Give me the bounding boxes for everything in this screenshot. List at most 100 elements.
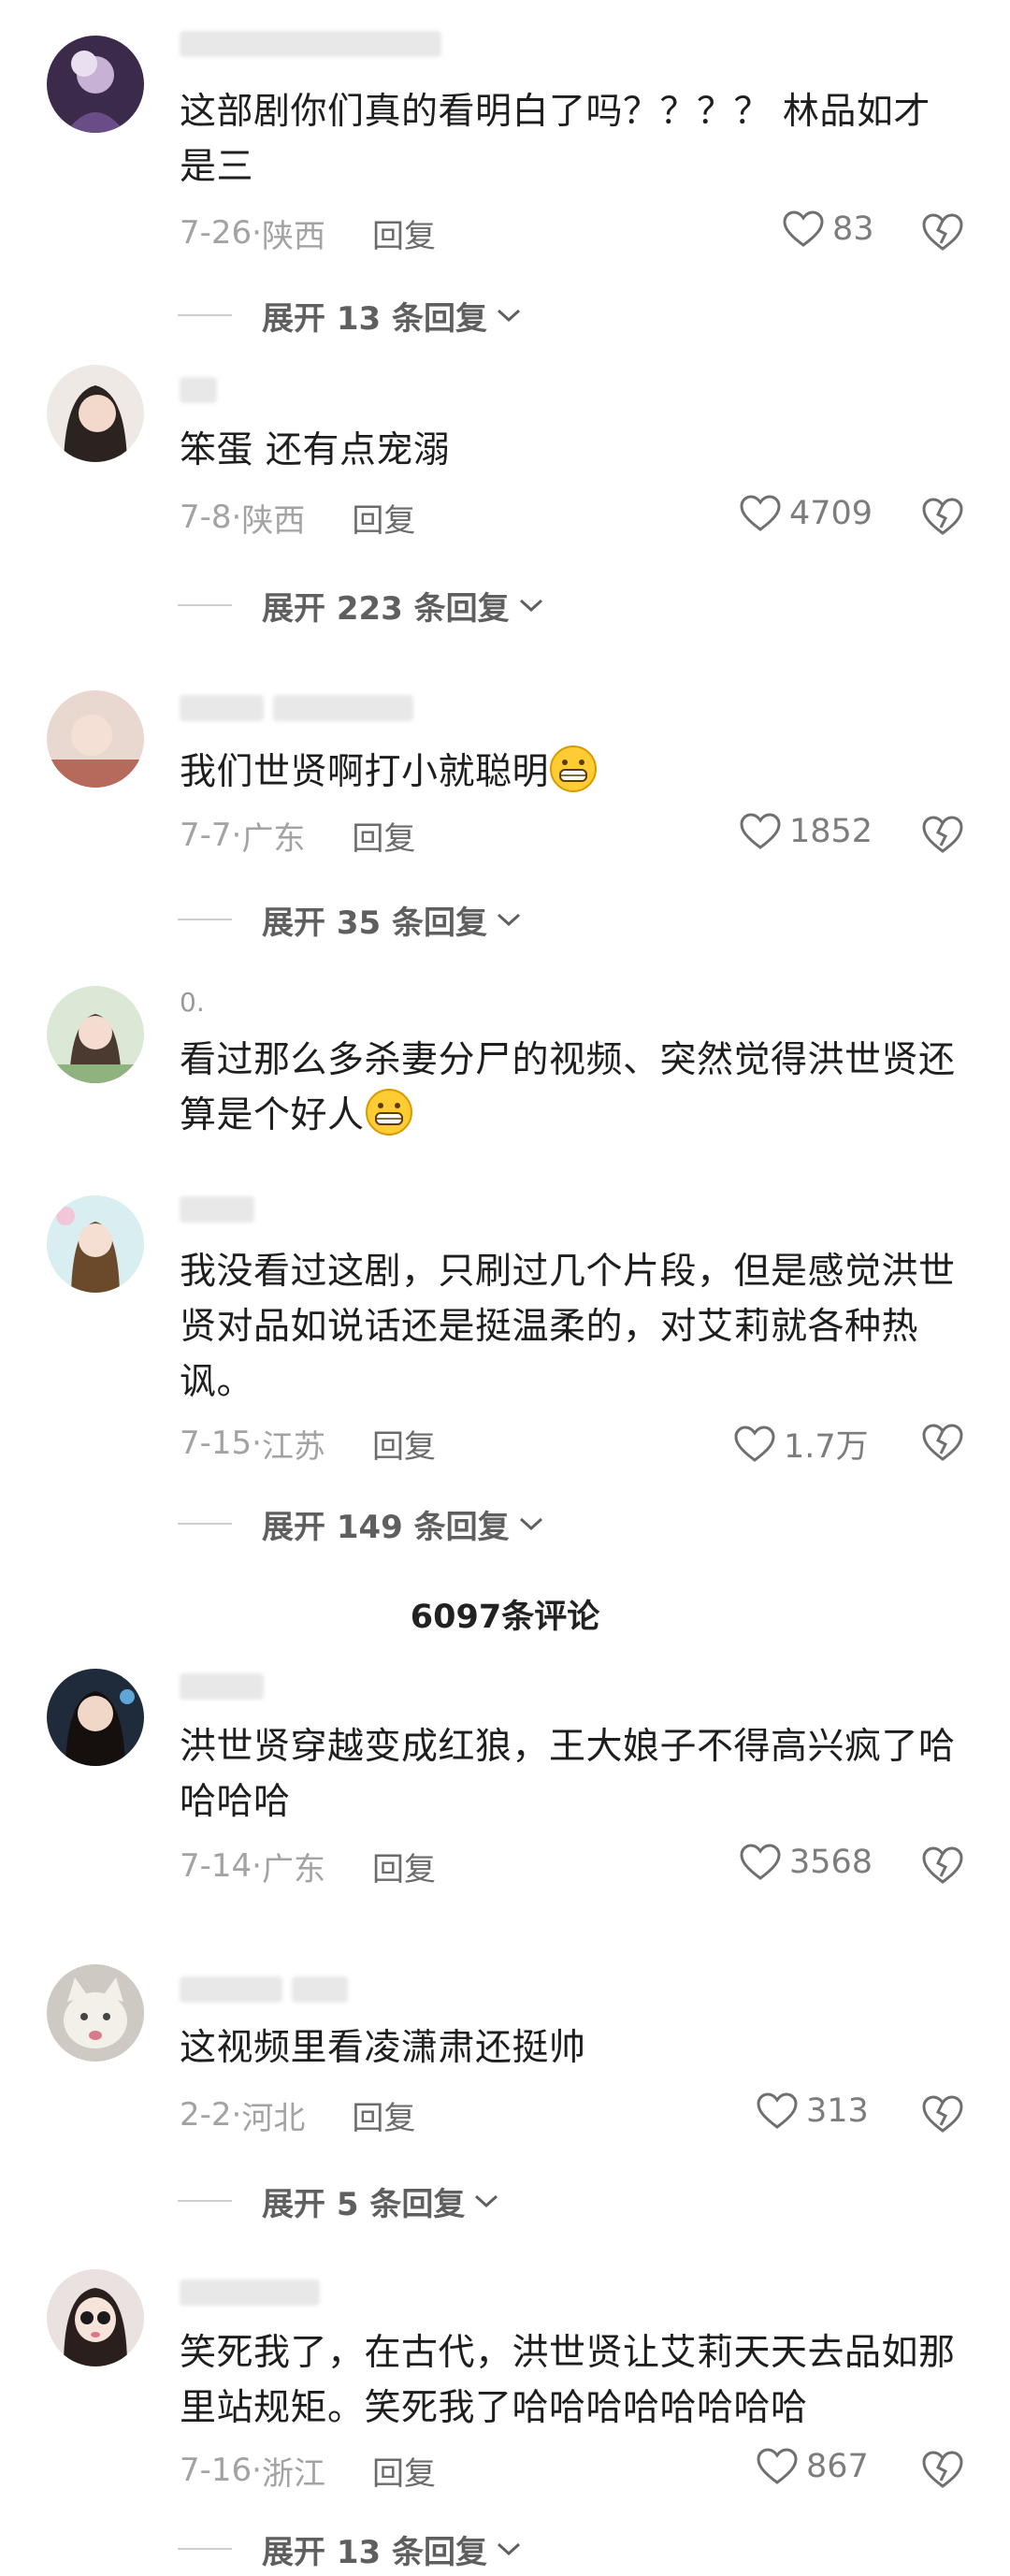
username[interactable] xyxy=(180,1974,357,2005)
grinning-face-emoji xyxy=(550,745,598,792)
like-count: 1.7万 xyxy=(784,1428,869,1466)
avatar[interactable] xyxy=(47,1195,144,1293)
reply-button[interactable]: 回复 xyxy=(352,495,415,541)
reply-button[interactable]: 回复 xyxy=(372,1421,436,1467)
username[interactable] xyxy=(180,1671,273,1702)
comment-region: 陕西 xyxy=(241,501,306,540)
dislike-button[interactable] xyxy=(920,2449,965,2494)
expand-label: 展开 13 条回复 xyxy=(262,2533,487,2571)
dislike-button[interactable] xyxy=(920,814,965,859)
username[interactable] xyxy=(180,374,226,406)
heart-outline-icon xyxy=(783,210,824,247)
expand-label: 展开 5 条回复 xyxy=(262,2185,466,2223)
expand-replies[interactable]: 展开 13 条回复 xyxy=(178,2525,523,2572)
username[interactable] xyxy=(180,1194,264,1225)
like-button[interactable]: 313 xyxy=(756,2091,869,2131)
broken-heart-icon xyxy=(922,816,963,853)
heart-outline-icon xyxy=(734,1425,775,1462)
heart-outline-icon xyxy=(757,2092,798,2129)
comment-date: 7-26 xyxy=(180,214,252,252)
comment-text: 笨蛋 还有点宠溺 xyxy=(180,429,451,471)
comment-text: 我们世贤啊打小就聪明 xyxy=(180,745,965,800)
comment-region: 河北 xyxy=(241,2099,306,2137)
like-button[interactable]: 867 xyxy=(756,2447,869,2486)
broken-heart-icon xyxy=(922,213,963,251)
like-count: 867 xyxy=(806,2448,869,2485)
comment-date: 7-15 xyxy=(180,1425,252,1462)
avatar[interactable] xyxy=(47,365,144,462)
like-count: 3568 xyxy=(789,1844,873,1881)
like-button[interactable]: 83 xyxy=(782,210,874,249)
dislike-button[interactable] xyxy=(920,1845,965,1889)
like-count: 313 xyxy=(806,2092,869,2130)
dislike-button[interactable] xyxy=(920,496,965,541)
like-count: 1852 xyxy=(789,813,873,850)
reply-button[interactable]: 回复 xyxy=(372,210,436,256)
avatar[interactable] xyxy=(47,36,144,133)
heart-outline-icon xyxy=(740,813,781,849)
chevron-down-icon xyxy=(519,1517,542,1531)
reply-button[interactable]: 回复 xyxy=(352,2092,415,2138)
comment-text: 洪世贤穿越变成红狼，王大娘子不得高兴疯了哈哈哈哈 xyxy=(180,1726,956,1823)
expand-replies[interactable]: 展开 5 条回复 xyxy=(178,2178,500,2224)
broken-heart-icon xyxy=(922,2095,963,2133)
divider xyxy=(178,1523,232,1525)
dislike-button[interactable] xyxy=(920,211,965,256)
expand-replies[interactable]: 展开 35 条回复 xyxy=(178,896,523,943)
username[interactable] xyxy=(180,28,451,60)
like-button[interactable]: 1852 xyxy=(739,812,873,851)
username[interactable] xyxy=(180,692,423,724)
expand-replies[interactable]: 展开 223 条回复 xyxy=(178,582,545,629)
comment-date: 7-16 xyxy=(180,2452,252,2489)
dislike-button[interactable] xyxy=(920,1422,965,1467)
comment-text: 这视频里看凌潇肃还挺帅 xyxy=(180,2027,586,2069)
like-count: 83 xyxy=(832,210,874,248)
avatar[interactable] xyxy=(47,986,144,1083)
reply-button[interactable]: 回复 xyxy=(352,813,415,859)
expand-label: 展开 13 条回复 xyxy=(262,299,487,338)
avatar[interactable] xyxy=(47,1964,144,2062)
comment-text: 我没看过这剧，只刷过几个片段，但是感觉洪世贤对品如说话还是挺温柔的，对艾莉就各种… xyxy=(180,1251,956,1403)
comment-region: 浙江 xyxy=(261,2454,325,2493)
comment-date: 7-8 xyxy=(180,499,232,536)
like-button[interactable]: 1.7万 xyxy=(733,1420,869,1468)
expand-label: 展开 223 条回复 xyxy=(262,589,510,628)
comment-text: 笑死我了，在古代，洪世贤让艾莉天天去品如那里站规矩。笑死我了哈哈哈哈哈哈哈哈 xyxy=(180,2332,956,2429)
comment-date: 7-7 xyxy=(180,817,232,854)
comment-date: 2-2 xyxy=(180,2096,232,2134)
chevron-down-icon xyxy=(497,913,521,927)
reply-button[interactable]: 回复 xyxy=(372,1844,436,1889)
comment-date: 7-14 xyxy=(180,1847,252,1885)
divider xyxy=(178,604,232,606)
comment-text: 这部剧你们真的看明白了吗？？？？ 林品如才是三 xyxy=(180,91,931,188)
expand-replies[interactable]: 展开 149 条回复 xyxy=(178,1500,545,1547)
chevron-down-icon xyxy=(497,309,521,323)
grinning-face-emoji xyxy=(365,1089,412,1136)
comment-region: 广东 xyxy=(261,1850,325,1889)
comment-region: 江苏 xyxy=(261,1427,325,1466)
like-button[interactable]: 4709 xyxy=(739,494,873,533)
broken-heart-icon xyxy=(922,1846,963,1884)
avatar[interactable] xyxy=(47,690,144,788)
username[interactable]: 0. xyxy=(180,986,205,1018)
expand-replies[interactable]: 展开 13 条回复 xyxy=(178,292,523,339)
reply-button[interactable]: 回复 xyxy=(372,2448,436,2494)
broken-heart-icon xyxy=(922,2451,963,2488)
chevron-down-icon xyxy=(519,599,542,613)
like-button[interactable]: 3568 xyxy=(739,1843,873,1882)
broken-heart-icon xyxy=(922,498,963,535)
username[interactable] xyxy=(180,2277,329,2308)
heart-outline-icon xyxy=(740,1844,781,1880)
heart-outline-icon xyxy=(740,495,781,531)
chevron-down-icon xyxy=(497,2542,521,2556)
comment-region: 广东 xyxy=(241,819,306,858)
divider xyxy=(178,2200,232,2202)
broken-heart-icon xyxy=(922,1424,963,1461)
expand-label: 展开 35 条回复 xyxy=(262,904,487,942)
divider xyxy=(178,919,232,920)
dislike-button[interactable] xyxy=(920,2093,965,2138)
avatar[interactable] xyxy=(47,1669,144,1766)
comment-count-header: 6097条评论 xyxy=(410,1599,600,1636)
like-count: 4709 xyxy=(789,495,873,532)
avatar[interactable] xyxy=(47,2269,144,2366)
